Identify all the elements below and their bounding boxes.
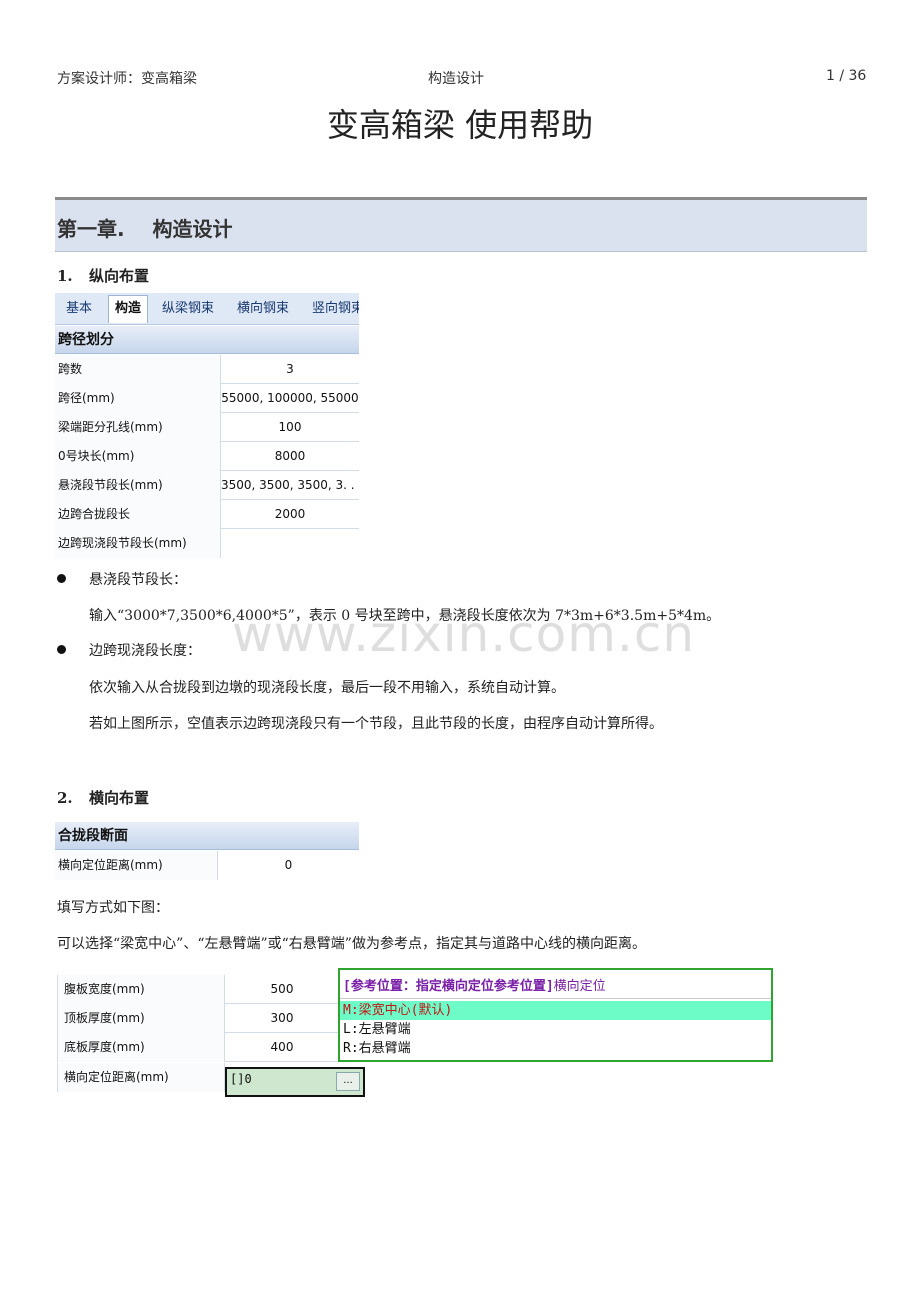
property-row[interactable]: 腹板宽度(mm) 500 — [57, 975, 339, 1004]
property-label: 悬浇段节段长(mm) — [55, 471, 221, 500]
property-value[interactable]: 2000 — [221, 500, 359, 529]
span-settings-panel: 基本 构造 纵梁钢束 横向钢束 竖向钢束 跨径划分 跨数 3 跨径(mm) 55… — [55, 293, 359, 558]
reference-position-popup: [参考位置：指定横向定位参考位置]横向定位 M:梁宽中心(默认) L:左悬臂端 … — [338, 968, 773, 1062]
chapter-heading: 第一章. 构造设计 — [55, 197, 867, 252]
divider — [340, 998, 771, 999]
property-value[interactable]: 0 — [218, 851, 359, 880]
popup-header: [参考位置：指定横向定位参考位置]横向定位 — [343, 975, 606, 994]
tab-transverse-tendon[interactable]: 横向钢束 — [237, 297, 289, 321]
header-center: 构造设计 — [428, 71, 484, 87]
header-left: 方案设计师：变高箱梁 — [57, 71, 197, 87]
property-label: 横向定位距离(mm) — [57, 1063, 225, 1092]
popup-header-bold: [参考位置：指定横向定位参考位置] — [343, 979, 554, 994]
property-value[interactable]: 8000 — [221, 442, 359, 471]
document-title: 变高箱梁 使用帮助 — [326, 106, 594, 144]
property-value[interactable]: 500 — [225, 975, 339, 1004]
bullet-title: 边跨现浇段长度： — [89, 643, 201, 659]
property-label: 梁端距分孔线(mm) — [55, 413, 221, 442]
property-row[interactable]: 0号块长(mm) 8000 — [55, 442, 359, 471]
property-label: 边跨合拢段长 — [55, 500, 221, 529]
tab-vertical-tendon[interactable]: 竖向钢束 — [312, 297, 359, 321]
property-label: 边跨现浇段节段长(mm) — [55, 529, 221, 558]
popup-header-rest: 横向定位 — [553, 979, 606, 994]
bullet-title: 悬浇段节段长： — [89, 572, 187, 588]
property-value[interactable]: 300 — [225, 1004, 339, 1033]
option-beam-center[interactable]: M:梁宽中心(默认) — [340, 1001, 771, 1020]
property-row[interactable]: 底板厚度(mm) 400 — [57, 1033, 339, 1062]
tab-bar: 基本 构造 纵梁钢束 横向钢束 竖向钢束 — [55, 293, 359, 325]
tab-longitudinal-tendon[interactable]: 纵梁钢束 — [162, 297, 214, 321]
property-label: 横向定位距离(mm) — [55, 851, 218, 880]
bullet-dot — [57, 574, 66, 583]
property-value[interactable]: 55000, 100000, 55000 — [221, 384, 359, 413]
property-row[interactable]: 悬浇段节段长(mm) 3500, 3500, 3500, 3. . . — [55, 471, 359, 500]
group-closure-section: 合拢段断面 — [55, 822, 359, 850]
tab-basic[interactable]: 基本 — [66, 297, 92, 321]
page-number: 1 / 36 — [826, 68, 867, 84]
property-label: 跨数 — [55, 355, 221, 384]
property-label: 0号块长(mm) — [55, 442, 221, 471]
section-properties-panel: 腹板宽度(mm) 500 顶板厚度(mm) 300 底板厚度(mm) 400 横… — [57, 975, 367, 1097]
group-span-division: 跨径划分 — [55, 326, 359, 354]
property-row[interactable]: 梁端距分孔线(mm) 100 — [55, 413, 359, 442]
ellipsis-button[interactable]: ... — [336, 1072, 360, 1091]
bullet-text: 若如上图所示，空值表示边跨现浇段只有一个节段，且此节段的长度，由程序自动计算所得… — [89, 716, 663, 732]
property-row[interactable]: 边跨合拢段长 2000 — [55, 500, 359, 529]
section-1-heading: 1. 纵向布置 — [57, 265, 149, 286]
property-value[interactable]: 3500, 3500, 3500, 3. . . — [221, 471, 359, 500]
property-label: 底板厚度(mm) — [57, 1033, 225, 1062]
property-value[interactable]: 400 — [225, 1033, 339, 1062]
property-row[interactable]: 边跨现浇段节段长(mm) — [55, 529, 359, 558]
option-right-cantilever[interactable]: R:右悬臂端 — [343, 1039, 411, 1058]
section-2-number: 2. — [57, 789, 73, 807]
property-label: 腹板宽度(mm) — [57, 975, 225, 1004]
watermark: www.zixin.com.cn — [232, 605, 696, 663]
paragraph: 填写方式如下图： — [57, 900, 169, 916]
property-value[interactable]: 3 — [221, 355, 359, 384]
property-row[interactable]: 跨径(mm) 55000, 100000, 55000 — [55, 384, 359, 413]
property-value[interactable]: 100 — [221, 413, 359, 442]
transverse-offset-input[interactable]: []0 ... — [225, 1067, 365, 1097]
option-left-cantilever[interactable]: L:左悬臂端 — [343, 1020, 411, 1039]
property-value[interactable] — [221, 529, 359, 558]
section-1-number: 1. — [57, 267, 73, 285]
bullet-dot — [57, 645, 66, 654]
section-2-title: 横向布置 — [89, 789, 150, 807]
property-row[interactable]: 横向定位距离(mm) 0 — [55, 851, 359, 880]
tab-structure[interactable]: 构造 — [108, 295, 149, 323]
paragraph: 可以选择“梁宽中心”、“左悬臂端”或“右悬臂端”做为参考点，指定其与道路中心线的… — [57, 936, 646, 952]
property-label: 跨径(mm) — [55, 384, 221, 413]
property-row[interactable]: 跨数 3 — [55, 355, 359, 384]
chapter-title: 第一章. 构造设计 — [57, 217, 233, 241]
section-1-title: 纵向布置 — [89, 267, 150, 285]
bullet-text: 依次输入从合拢段到边墩的现浇段长度，最后一段不用输入，系统自动计算。 — [89, 680, 565, 696]
property-label: 顶板厚度(mm) — [57, 1004, 225, 1033]
closure-section-panel: 合拢段断面 横向定位距离(mm) 0 — [55, 822, 359, 881]
section-2-heading: 2. 横向布置 — [57, 787, 149, 808]
input-value[interactable]: []0 — [230, 1072, 252, 1086]
property-row[interactable]: 顶板厚度(mm) 300 — [57, 1004, 339, 1033]
